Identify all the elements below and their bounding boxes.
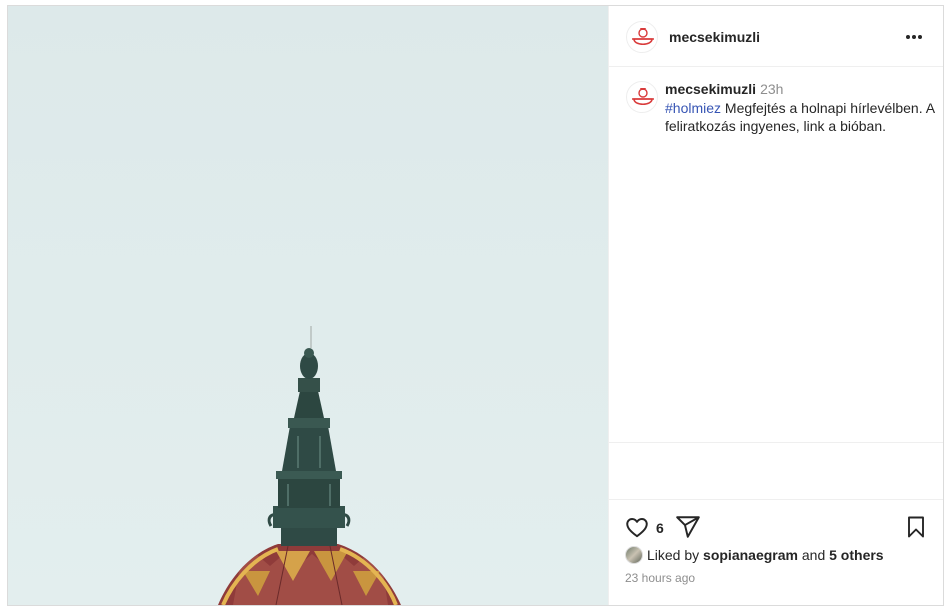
post-header: mecsekimuzli (609, 6, 943, 67)
liked-by-others[interactable]: 5 others (829, 547, 883, 563)
divider (609, 499, 943, 500)
caption-username[interactable]: mecsekimuzli (665, 81, 756, 97)
dot (918, 35, 922, 39)
caption: mecsekimuzli 23h #holmiez Megfejtés a hol… (609, 68, 943, 442)
bookmark-icon[interactable] (904, 514, 928, 545)
dot (912, 35, 916, 39)
liked-by-line: Liked by sopianaegram and 5 others (625, 546, 884, 564)
action-bar: 6 (609, 510, 943, 545)
caption-header: mecsekimuzli 23h (665, 81, 783, 97)
header-username[interactable]: mecsekimuzli (669, 29, 760, 45)
caption-time[interactable]: 23h (760, 81, 783, 97)
heart-icon[interactable] (624, 514, 650, 545)
share-icon[interactable] (675, 514, 701, 545)
post-timestamp[interactable]: 23 hours ago (625, 571, 695, 585)
dot (906, 35, 910, 39)
post-modal: mecsekimuzli mecsekimuzli 23h #holmiez Me… (7, 5, 944, 606)
liked-by-and: and (801, 547, 826, 563)
divider (609, 442, 943, 443)
liked-by-user[interactable]: sopianaegram (703, 547, 798, 563)
bowl-logo-icon (632, 28, 654, 46)
caption-text: #holmiez Megfejtés a holnapi hírlevélben… (665, 99, 935, 135)
caption-avatar[interactable] (626, 81, 658, 113)
post-side-panel: mecsekimuzli mecsekimuzli 23h #holmiez Me… (608, 6, 943, 605)
like-count[interactable]: 6 (656, 520, 664, 536)
liker-avatar[interactable] (625, 546, 643, 564)
more-options-icon[interactable] (902, 27, 926, 47)
liked-by-prefix: Liked by (647, 547, 700, 563)
church-spire-illustration (218, 326, 401, 605)
avatar[interactable] (626, 21, 658, 53)
bowl-logo-icon (632, 88, 654, 106)
hashtag-link[interactable]: #holmiez (665, 100, 721, 116)
post-image[interactable] (8, 6, 608, 605)
